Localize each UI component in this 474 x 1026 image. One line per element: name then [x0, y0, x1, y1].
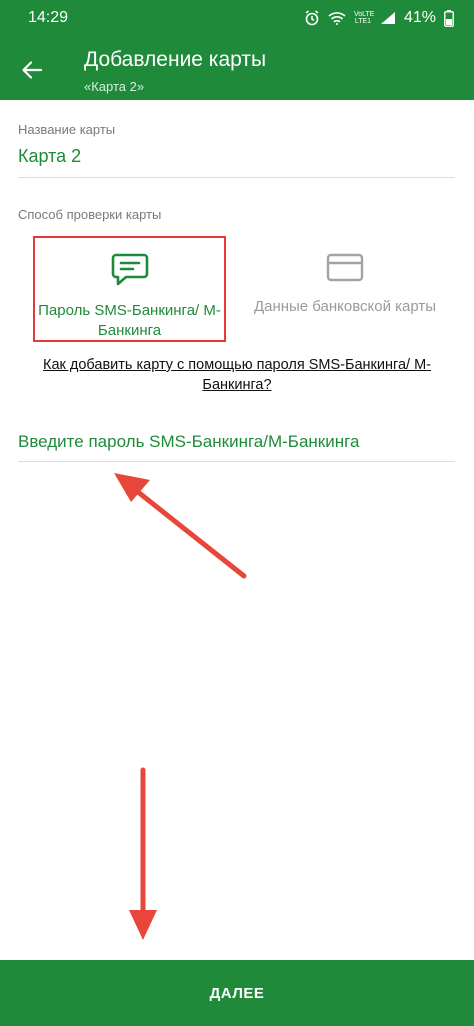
verification-method-label: Способ проверки карты	[18, 207, 162, 222]
option-card-label: Данные банковской карты	[253, 298, 437, 315]
status-time: 14:29	[28, 9, 69, 26]
signal-icon	[380, 11, 396, 25]
arrow-to-next-annotation	[129, 767, 157, 940]
password-divider	[18, 461, 455, 462]
back-button[interactable]	[14, 52, 50, 88]
option-sms-banking[interactable]: Пароль SMS-Банкинга/ М-Банкинга	[33, 236, 226, 342]
card-name-label: Название карты	[18, 122, 116, 137]
page-title: Добавление карты	[84, 48, 267, 71]
option-sms-label: Пароль SMS-Банкинга/ М-Банкинга	[38, 302, 221, 339]
sms-password-input[interactable]	[18, 427, 455, 457]
network-type-icon: VoLTE LTE1	[353, 11, 375, 25]
alarm-icon	[304, 10, 320, 26]
status-bar: 14:29 VoLTE LTE1 41%	[0, 0, 474, 36]
option-card-data[interactable]: Данные банковской карты	[250, 236, 440, 342]
wifi-icon	[328, 11, 346, 25]
arrow-to-input-annotation	[114, 473, 247, 579]
page-subtitle: «Карта 2»	[84, 79, 145, 94]
next-button[interactable]: ДАЛЕЕ	[0, 960, 474, 1026]
card-name-divider	[18, 177, 455, 178]
credit-card-icon	[325, 252, 365, 289]
battery-percent: 41%	[403, 9, 436, 26]
sms-chat-icon	[110, 252, 150, 293]
help-link[interactable]: Как добавить карту с помощью пароля SMS-…	[22, 355, 452, 395]
status-icons: VoLTE LTE1 41%	[304, 9, 454, 27]
app-bar: Добавление карты «Карта 2»	[0, 36, 474, 100]
battery-icon	[444, 9, 454, 27]
card-name-field[interactable]: Карта 2	[18, 146, 81, 167]
arrow-left-icon	[22, 61, 43, 79]
